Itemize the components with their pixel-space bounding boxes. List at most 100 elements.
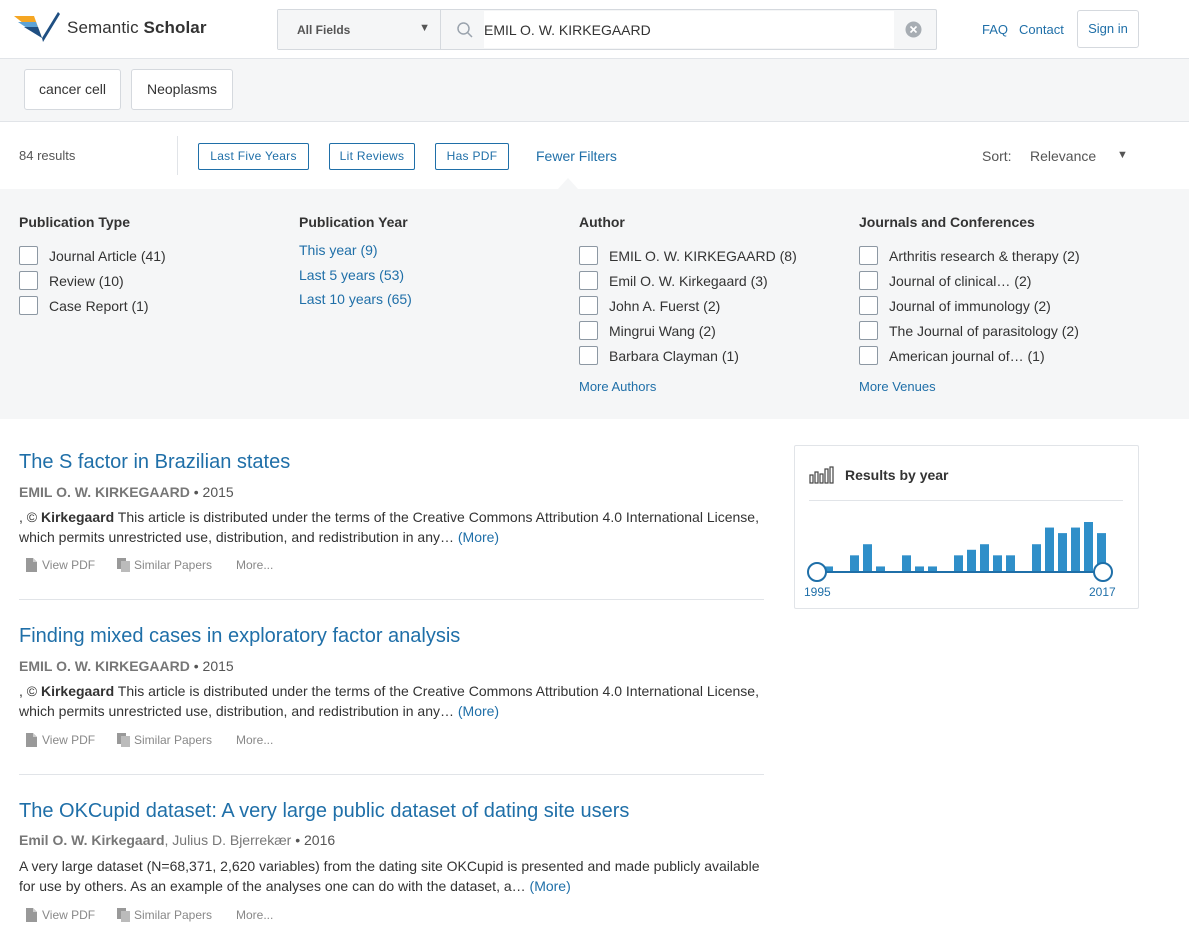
- search-input[interactable]: [484, 11, 894, 48]
- chevron-down-icon[interactable]: ▼: [1117, 149, 1128, 161]
- pdf-icon: [26, 558, 37, 572]
- year-bar-2001[interactable]: [902, 555, 911, 572]
- lit-reviews-button[interactable]: Lit Reviews: [329, 143, 415, 170]
- fewer-filters-link[interactable]: Fewer Filters: [536, 148, 617, 164]
- year-filter-link[interactable]: Last 10 years (65): [299, 291, 412, 307]
- sign-in-button[interactable]: Sign in: [1077, 10, 1139, 48]
- year-filter-link[interactable]: Last 5 years (53): [299, 267, 404, 283]
- year-bar-1998[interactable]: [863, 544, 872, 572]
- more-abstract-link[interactable]: (More): [458, 703, 499, 719]
- result-author[interactable]: Emil O. W. Kirkegaard: [19, 832, 165, 848]
- facet-title-publication-year: Publication Year: [299, 214, 408, 230]
- result-title[interactable]: The OKCupid dataset: A very large public…: [19, 800, 629, 823]
- chip-neoplasms[interactable]: Neoplasms: [131, 69, 233, 110]
- semantic-scholar-logo-icon[interactable]: [12, 8, 62, 48]
- year-filter-link[interactable]: This year (9): [299, 242, 378, 258]
- sort-label: Sort:: [982, 148, 1012, 164]
- checkbox[interactable]: [859, 296, 878, 315]
- year-bar-2009[interactable]: [1006, 555, 1015, 572]
- facet-title-journals: Journals and Conferences: [859, 214, 1035, 230]
- result-title[interactable]: The S factor in Brazilian states: [19, 451, 290, 474]
- more-link[interactable]: More...: [236, 731, 273, 749]
- checkbox[interactable]: [579, 296, 598, 315]
- filter-bar: 84 results Last Five Years Lit Reviews H…: [0, 122, 1189, 189]
- checkbox[interactable]: [579, 246, 598, 265]
- range-start-label: 1995: [804, 585, 831, 599]
- checkbox[interactable]: [859, 346, 878, 365]
- year-bar-2008[interactable]: [993, 555, 1002, 572]
- copy-icon: [117, 908, 130, 922]
- checkbox[interactable]: [859, 246, 878, 265]
- brand-name[interactable]: Semantic Scholar: [67, 18, 207, 38]
- year-bar-2005[interactable]: [954, 555, 963, 572]
- result-abstract: A very large dataset (N=68,371, 2,620 va…: [19, 858, 760, 894]
- filter-pointer: [558, 178, 578, 189]
- sort-select[interactable]: Relevance: [1030, 148, 1096, 164]
- search-result: Finding mixed cases in exploratory facto…: [19, 625, 764, 755]
- checkbox[interactable]: [19, 271, 38, 290]
- year-bar-2011[interactable]: [1032, 544, 1041, 572]
- more-abstract-link[interactable]: (More): [458, 529, 499, 545]
- result-year: • 2016: [291, 832, 336, 848]
- more-authors-link[interactable]: More Authors: [579, 379, 656, 394]
- checkbox[interactable]: [859, 321, 878, 340]
- checkbox[interactable]: [579, 321, 598, 340]
- year-bar-2015[interactable]: [1084, 522, 1093, 572]
- year-bar-2012[interactable]: [1045, 527, 1054, 572]
- field-select-label: All Fields: [297, 23, 351, 37]
- result-coauthor[interactable]: , Julius D. Bjerrekær: [165, 832, 292, 848]
- contact-link[interactable]: Contact: [1019, 22, 1064, 37]
- results-count: 84 results: [19, 148, 76, 163]
- more-abstract-link[interactable]: (More): [530, 878, 571, 894]
- copy-icon: [117, 558, 130, 572]
- range-handle-start[interactable]: [807, 562, 827, 582]
- result-year: • 2015: [189, 484, 234, 500]
- result-abstract: , © Kirkegaard This article is distribut…: [19, 683, 759, 719]
- clear-search-icon[interactable]: [905, 21, 922, 38]
- year-bar-2007[interactable]: [980, 544, 989, 572]
- year-bar-2006[interactable]: [967, 549, 976, 572]
- last-five-years-button[interactable]: Last Five Years: [198, 143, 309, 170]
- year-bar-2014[interactable]: [1071, 527, 1080, 572]
- chip-cancer-cell[interactable]: cancer cell: [24, 69, 121, 110]
- pdf-icon: [26, 733, 37, 747]
- results-by-year-panel: Results by year 1995 2017: [794, 445, 1139, 609]
- top-header: Semantic Scholar All Fields ▼ FAQ Contac…: [0, 0, 1189, 59]
- checkbox[interactable]: [859, 271, 878, 290]
- search-result: The S factor in Brazilian states EMIL O.…: [19, 451, 764, 581]
- result-title[interactable]: Finding mixed cases in exploratory facto…: [19, 625, 460, 648]
- facet-title-author: Author: [579, 214, 625, 230]
- result-abstract: , © Kirkegaard This article is distribut…: [19, 509, 759, 545]
- chevron-down-icon: ▼: [419, 22, 430, 34]
- has-pdf-button[interactable]: Has PDF: [435, 143, 509, 170]
- checkbox[interactable]: [19, 246, 38, 265]
- checkbox[interactable]: [19, 296, 38, 315]
- pdf-icon: [26, 908, 37, 922]
- result-author[interactable]: EMIL O. W. KIRKEGAARD: [19, 484, 190, 500]
- copy-icon: [117, 733, 130, 747]
- search-result: The OKCupid dataset: A very large public…: [19, 800, 764, 927]
- topic-chips-row: cancer cell Neoplasms: [0, 59, 1189, 122]
- range-handle-end[interactable]: [1093, 562, 1113, 582]
- result-meta: EMIL O. W. KIRKEGAARD • 2015: [19, 658, 234, 674]
- year-bar-1997[interactable]: [850, 555, 859, 572]
- result-meta: Emil O. W. Kirkegaard, Julius D. Bjerrek…: [19, 832, 335, 848]
- checkbox[interactable]: [579, 346, 598, 365]
- search-icon: [457, 22, 473, 38]
- divider: [177, 136, 178, 175]
- field-select-dropdown[interactable]: All Fields ▼: [278, 10, 441, 49]
- facets-panel: Publication Type Journal Article (41) Re…: [0, 189, 1189, 419]
- search-bar: All Fields ▼: [277, 9, 937, 50]
- result-year: • 2015: [189, 658, 234, 674]
- divider: [19, 774, 764, 775]
- more-link[interactable]: More...: [236, 556, 273, 574]
- range-end-label: 2017: [1089, 585, 1116, 599]
- year-bar-2013[interactable]: [1058, 533, 1067, 572]
- facet-title-publication-type: Publication Type: [19, 214, 130, 230]
- faq-link[interactable]: FAQ: [982, 22, 1008, 37]
- result-meta: EMIL O. W. KIRKEGAARD • 2015: [19, 484, 234, 500]
- checkbox[interactable]: [579, 271, 598, 290]
- more-link[interactable]: More...: [236, 906, 273, 924]
- more-venues-link[interactable]: More Venues: [859, 379, 936, 394]
- result-author[interactable]: EMIL O. W. KIRKEGAARD: [19, 658, 190, 674]
